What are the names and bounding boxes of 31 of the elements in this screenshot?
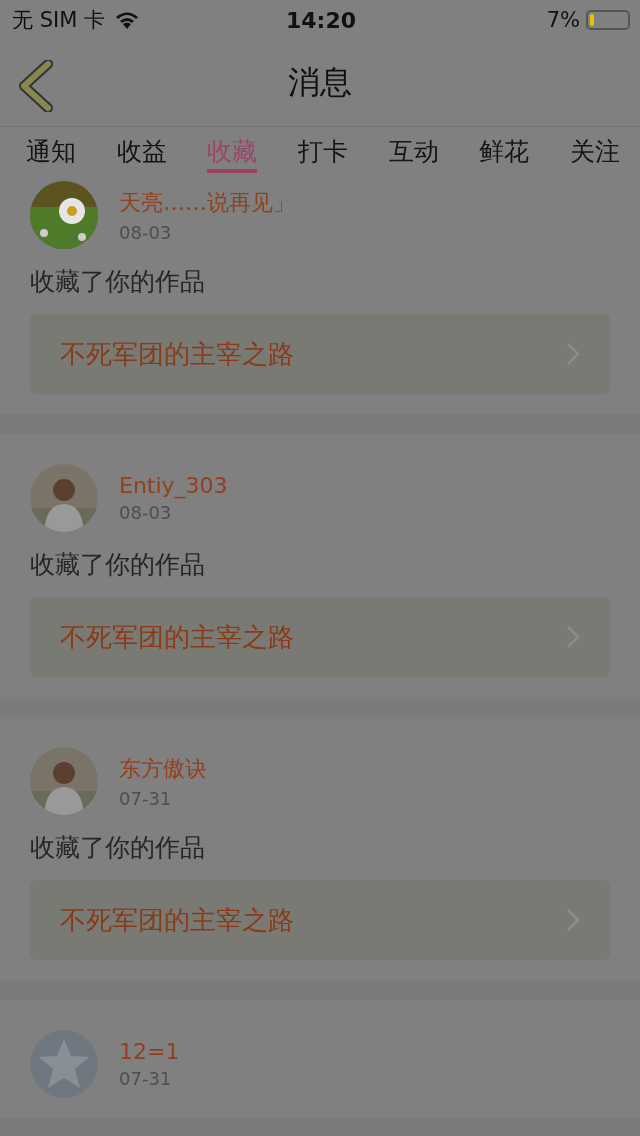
battery-percent: 7% xyxy=(546,8,580,32)
user-name[interactable]: Entiy_303 xyxy=(119,473,228,498)
work-link[interactable]: 不死军团的主宰之路 xyxy=(30,314,610,394)
message-text: 收藏了你的作品 xyxy=(30,549,206,581)
page-title: 消息 xyxy=(288,62,352,103)
work-title: 不死军团的主宰之路 xyxy=(60,337,294,371)
carrier-label: 无 SIM 卡 xyxy=(12,7,105,34)
tab[interactable]: 通知 xyxy=(26,127,76,173)
wifi-icon xyxy=(115,11,139,29)
work-title: 不死军团的主宰之路 xyxy=(60,620,294,654)
user-name[interactable]: 东方傲诀 xyxy=(119,753,207,784)
work-title: 不死军团的主宰之路 xyxy=(60,903,294,937)
tab[interactable]: 收藏 xyxy=(207,127,258,173)
chevron-right-icon xyxy=(566,342,580,366)
message-text: 收藏了你的作品 xyxy=(30,266,206,298)
tab[interactable]: 打卡 xyxy=(297,127,348,173)
tab[interactable]: 关注 xyxy=(569,127,620,173)
battery-icon xyxy=(586,10,630,30)
star-avatar-icon xyxy=(30,1030,98,1098)
work-link[interactable]: 不死军团的主宰之路 xyxy=(30,597,610,677)
back-icon[interactable] xyxy=(18,60,54,112)
chevron-right-icon xyxy=(566,625,580,649)
work-link[interactable]: 不死军团的主宰之路 xyxy=(30,880,610,960)
message-text: 收藏了你的作品 xyxy=(30,832,206,864)
user-name[interactable]: 天亮……说再见」 xyxy=(119,187,295,218)
chevron-right-icon xyxy=(566,908,580,932)
tab[interactable]: 互动 xyxy=(388,127,439,173)
clock: 14:20 xyxy=(286,7,356,33)
tab[interactable]: 收益 xyxy=(116,127,167,173)
tab[interactable]: 鲜花 xyxy=(479,127,530,173)
user-name[interactable]: 12=1 xyxy=(119,1039,180,1064)
